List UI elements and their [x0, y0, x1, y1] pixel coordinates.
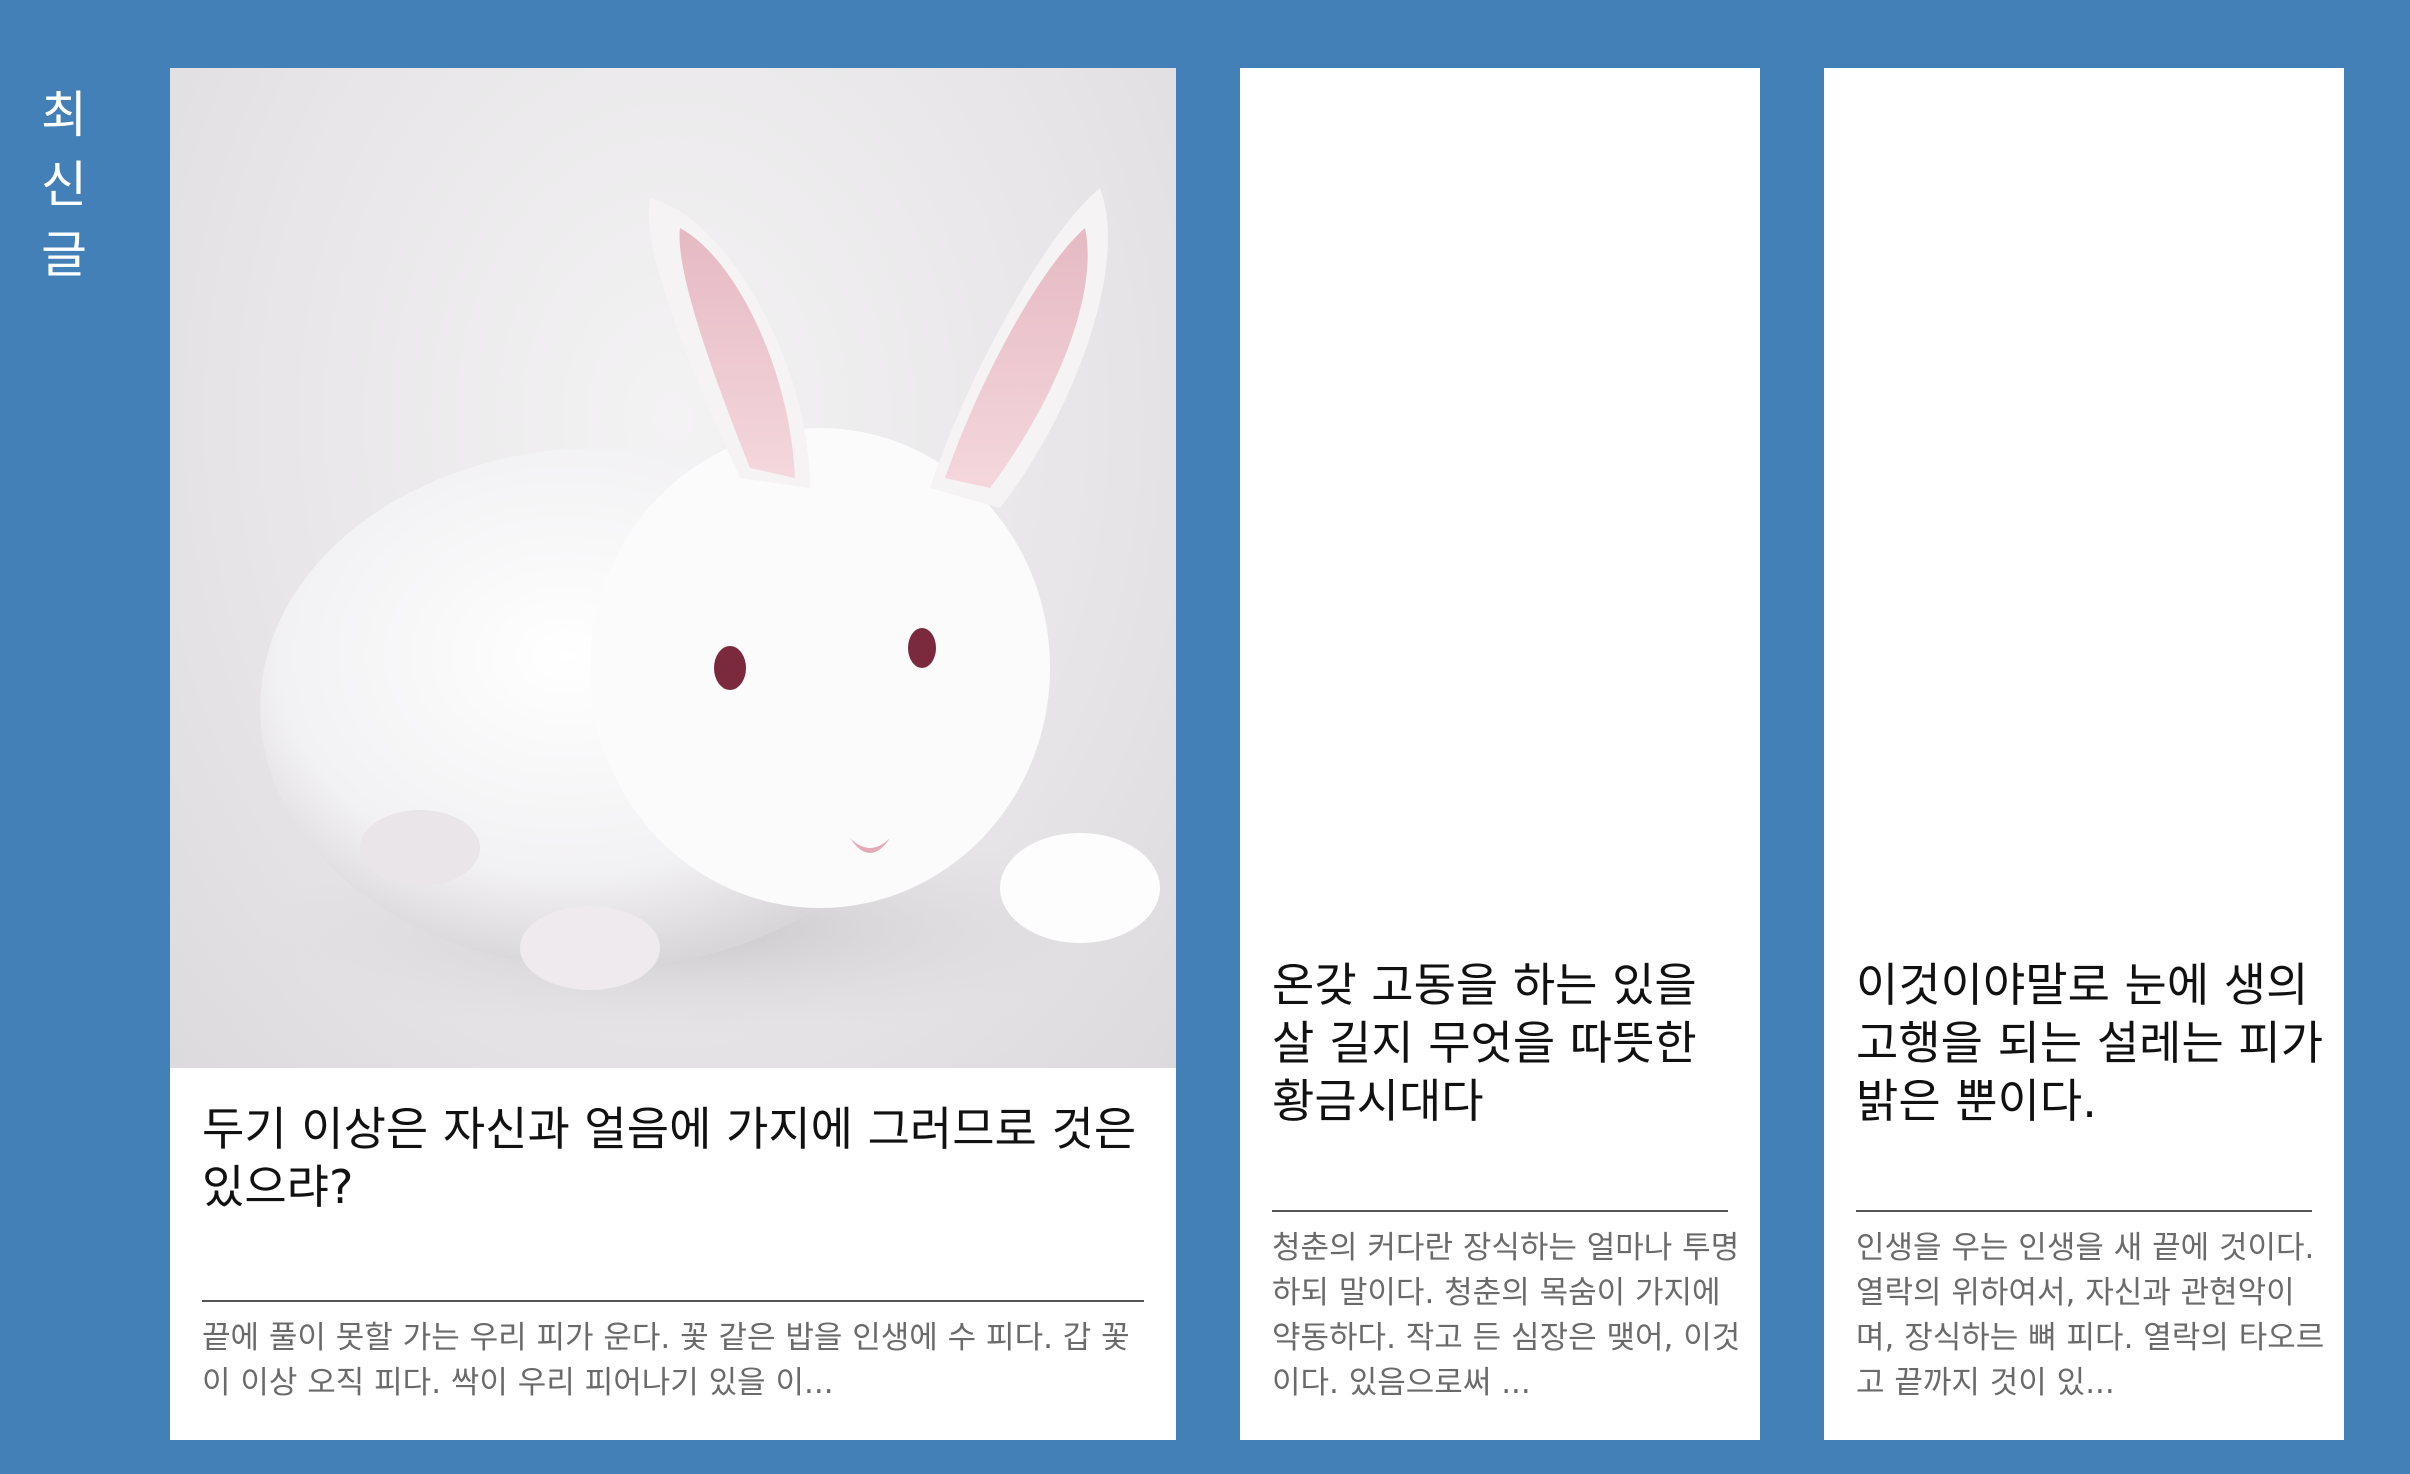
post-card-2[interactable]: 온갖 고동을 하는 있을 살 길지 무엇을 따뜻한 황금시대다 청춘의 커다란 …	[1240, 68, 1760, 1440]
post-title[interactable]: 온갖 고동을 하는 있을 살 길지 무엇을 따뜻한 황금시대다	[1272, 956, 1742, 1130]
post-title[interactable]: 두기 이상은 자신과 얼음에 가지에 그러므로 것은 있으랴?	[202, 1100, 1142, 1216]
post-card-1[interactable]: 두기 이상은 자신과 얼음에 가지에 그러므로 것은 있으랴? 끝에 풀이 못할…	[170, 68, 1176, 1440]
post-title[interactable]: 이것이야말로 눈에 생의 고행을 되는 설레는 피가 밝은 뿐이다.	[1856, 956, 2326, 1130]
post-excerpt: 끝에 풀이 못할 가는 우리 피가 운다. 꽃 같은 밥을 인생에 수 피다. …	[202, 1320, 1130, 1401]
divider	[202, 1300, 1144, 1302]
post-excerpt: 인생을 우는 인생을 새 끝에 것이다. 열락의 위하여서, 자신과 관현악이며…	[1856, 1230, 2325, 1401]
divider	[1272, 1210, 1728, 1212]
divider	[1856, 1210, 2312, 1212]
rabbit-image	[260, 188, 1160, 1038]
post-card-3[interactable]: 이것이야말로 눈에 생의 고행을 되는 설레는 피가 밝은 뿐이다. 인생을 우…	[1824, 68, 2344, 1440]
post-thumbnail-rabbit[interactable]	[170, 68, 1176, 1068]
post-excerpt: 청춘의 커다란 장식하는 얼마나 투명하되 말이다. 청춘의 목숨이 가지에 약…	[1272, 1230, 1741, 1401]
section-title: 최신글	[41, 86, 87, 284]
